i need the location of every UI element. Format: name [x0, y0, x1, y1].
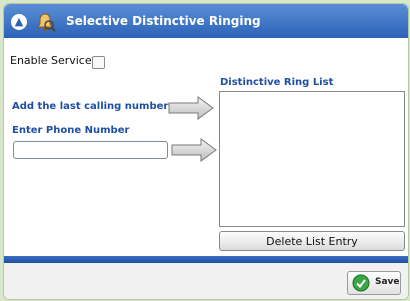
up-arrow-icon[interactable]: ▲: [11, 14, 27, 30]
enable-service-checkbox[interactable]: [92, 56, 105, 69]
add-phone-arrow-icon[interactable]: [171, 138, 217, 162]
phone-number-input[interactable]: [13, 141, 168, 159]
settings-panel: ▲ Selective Distinctive Ringing Enable S…: [3, 3, 409, 300]
delete-list-entry-button[interactable]: Delete List Entry: [219, 231, 405, 251]
page-title: Selective Distinctive Ringing: [66, 14, 261, 28]
distinctive-ring-list[interactable]: [219, 91, 405, 227]
save-button-label: Save: [375, 277, 400, 287]
checkmark-icon: [352, 274, 370, 292]
add-last-number-label: Add the last calling number: [12, 101, 169, 112]
enable-service-label: Enable Service:: [10, 54, 96, 67]
phone-number-label: Enter Phone Number: [12, 125, 130, 136]
title-bar: ▲ Selective Distinctive Ringing: [4, 4, 408, 38]
bell-icon: [37, 13, 56, 32]
divider-bar: [4, 256, 408, 263]
save-button[interactable]: Save: [347, 271, 401, 295]
add-last-number-arrow-icon[interactable]: [168, 96, 214, 120]
ring-list-label: Distinctive Ring List: [220, 77, 334, 88]
